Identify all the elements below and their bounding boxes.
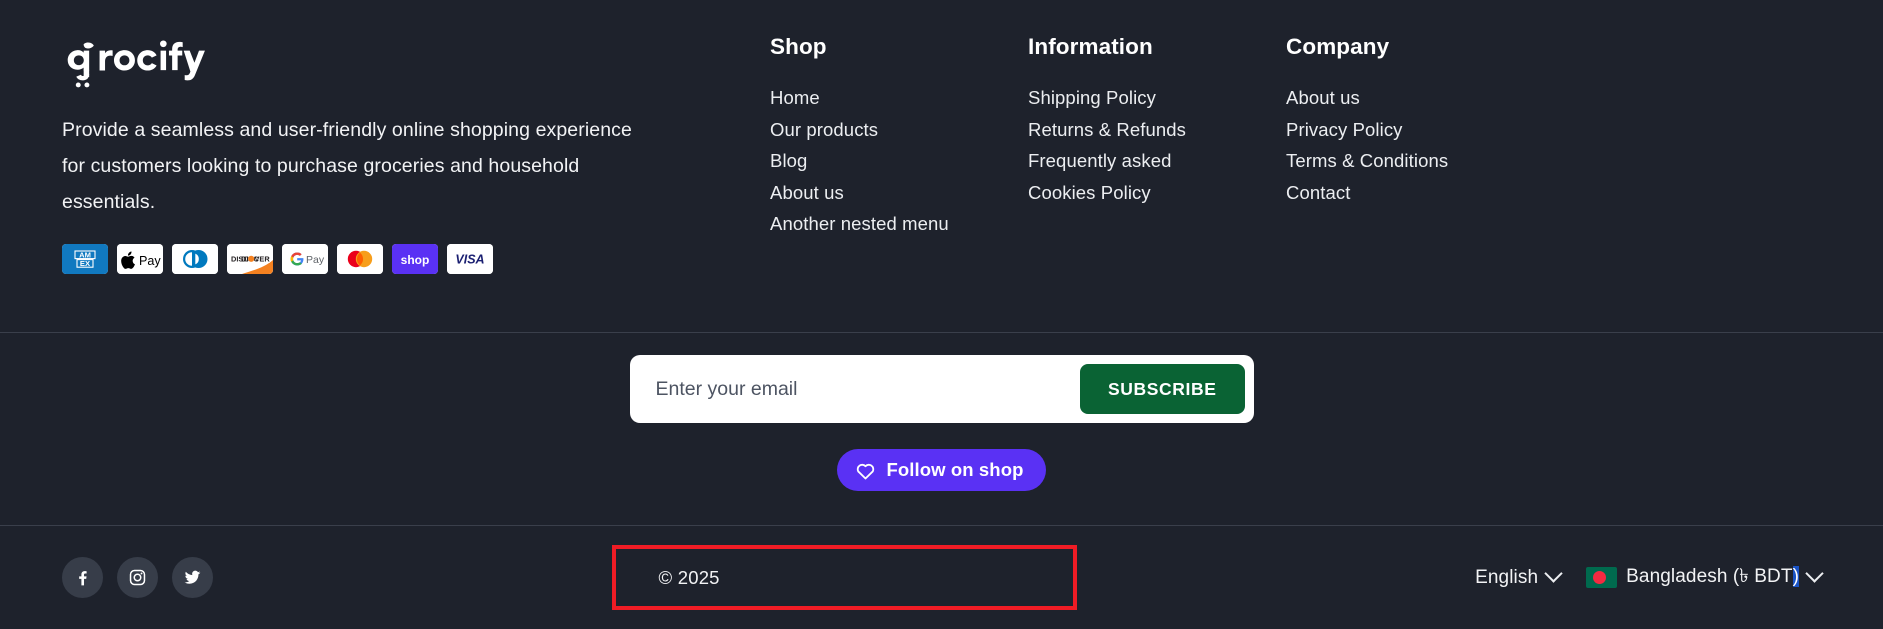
locale-selectors: English Bangladesh (৳ BDT) [1475,562,1824,594]
mastercard-icon [337,244,383,274]
nav-column-shop: Shop Home Our products Blog About us Ano… [770,34,1028,240]
footer-top-area: Provide a seamless and user-friendly onl… [0,0,1883,332]
chevron-down-icon [1805,564,1824,583]
payment-methods-row: AM EX Pay DISC VER Pay shop VISA [62,244,762,274]
visa-icon: VISA [447,244,493,274]
newsletter-section: SUBSCRIBE Follow on shop [0,333,1883,525]
instagram-icon [128,568,147,587]
nav-link-blog[interactable]: Blog [770,145,1028,177]
nav-link-home[interactable]: Home [770,82,1028,114]
footer-bottom-bar: © 2025 English Bangladesh (৳ BDT) [0,526,1883,629]
svg-text:shop: shop [401,253,430,267]
email-input[interactable] [629,355,1081,423]
nav-column-company: Company About us Privacy Policy Terms & … [1286,34,1544,240]
newsletter-form: SUBSCRIBE [629,355,1254,423]
american-express-icon: AM EX [62,244,108,274]
nav-column-information: Information Shipping Policy Returns & Re… [1028,34,1286,240]
svg-text:Pay: Pay [139,254,161,268]
facebook-link[interactable] [62,557,103,598]
nav-link-our-products[interactable]: Our products [770,114,1028,146]
subscribe-button[interactable]: SUBSCRIBE [1080,364,1245,414]
shop-pay-icon: shop [392,244,438,274]
svg-text:DISC: DISC [231,254,249,263]
language-selector[interactable]: English [1475,564,1563,589]
svg-text:VISA: VISA [455,253,484,267]
nav-link-contact[interactable]: Contact [1286,177,1544,209]
discover-icon: DISC DISC VER [227,244,273,274]
footer-nav-columns: Shop Home Our products Blog About us Ano… [762,34,1821,240]
country-currency-label: Bangladesh (৳ BDT) [1626,562,1799,594]
svg-text:VER: VER [255,254,271,263]
svg-text:Pay: Pay [306,254,325,266]
nav-column-title: Company [1286,34,1390,59]
nav-link-frequently-asked[interactable]: Frequently asked [1028,145,1286,177]
chevron-down-icon [1544,564,1563,583]
copyright-highlight-box: © 2025 [611,545,1077,610]
grocify-logo[interactable] [62,38,228,90]
nav-link-another-nested-menu[interactable]: Another nested menu [770,208,1028,240]
follow-on-shop-button[interactable]: Follow on shop [837,449,1046,491]
nav-link-about-us[interactable]: About us [770,177,1028,209]
nav-column-title: Information [1028,34,1153,59]
brand-column: Provide a seamless and user-friendly onl… [62,34,762,274]
language-label: English [1475,566,1539,588]
brand-tagline: Provide a seamless and user-friendly onl… [62,119,632,213]
diners-club-icon [172,244,218,274]
twitter-link[interactable] [172,557,213,598]
apple-pay-icon: Pay [117,244,163,274]
heart-icon [855,461,876,480]
follow-on-shop-label: Follow on shop [886,459,1024,480]
svg-text:EX: EX [80,259,90,268]
facebook-icon [73,568,92,587]
nav-link-returns-refunds[interactable]: Returns & Refunds [1028,114,1286,146]
copyright-text: © 2025 [658,566,720,588]
copyright-area: © 2025 [213,545,1475,610]
country-currency-selected-char: ) [1792,565,1799,587]
bangladesh-flag-icon [1586,567,1618,588]
nav-link-cookies-policy[interactable]: Cookies Policy [1028,177,1286,209]
google-pay-icon: Pay [282,244,328,274]
nav-column-title: Shop [770,34,827,59]
nav-link-shipping-policy[interactable]: Shipping Policy [1028,82,1286,114]
site-footer: Provide a seamless and user-friendly onl… [0,0,1883,629]
twitter-icon [183,568,202,587]
nav-link-privacy-policy[interactable]: Privacy Policy [1286,114,1544,146]
nav-link-about-us-company[interactable]: About us [1286,82,1544,114]
social-links [62,557,213,598]
instagram-link[interactable] [117,557,158,598]
country-currency-selector[interactable]: Bangladesh (৳ BDT) [1586,562,1824,594]
nav-link-terms-conditions[interactable]: Terms & Conditions [1286,145,1544,177]
country-currency-prefix: Bangladesh (৳ BDT [1626,565,1793,587]
